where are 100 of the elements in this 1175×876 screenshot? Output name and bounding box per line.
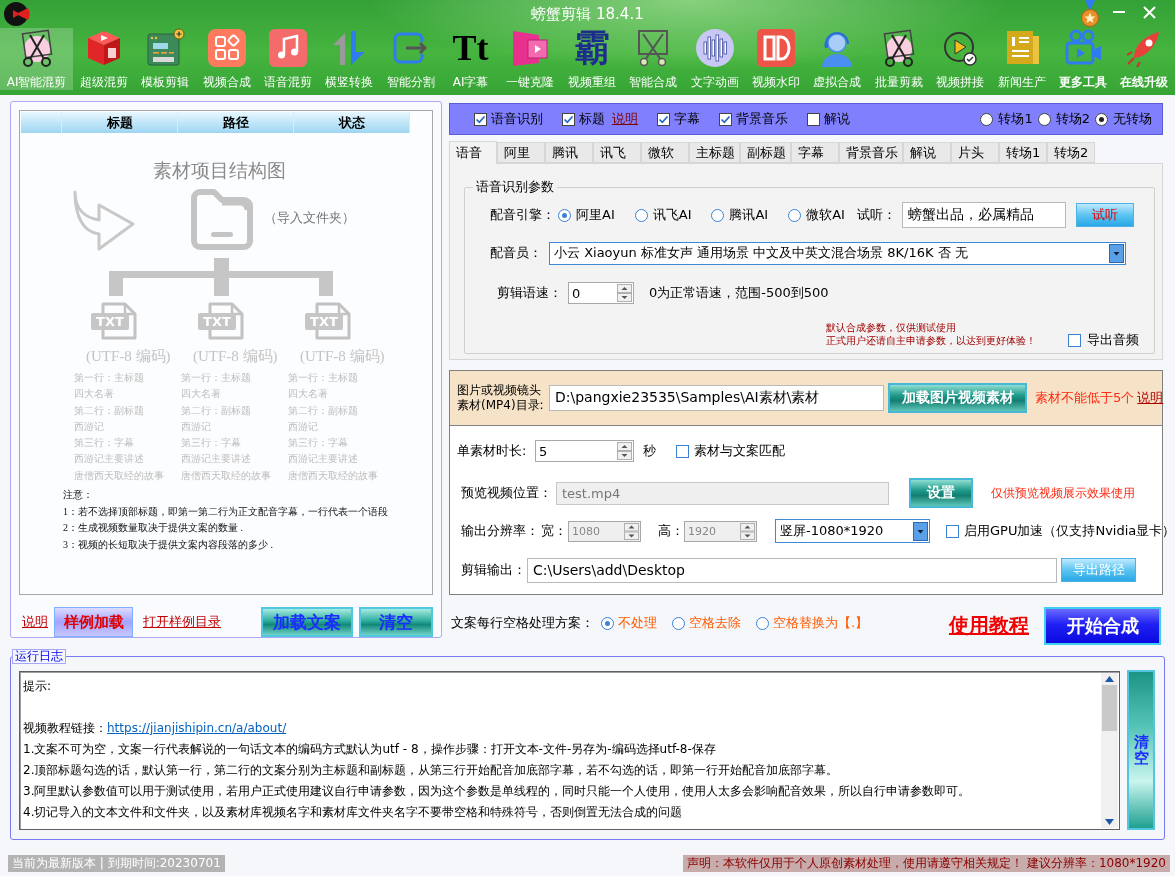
help-link[interactable]: 说明 — [1137, 389, 1164, 407]
tutorial-url-link[interactable]: https://jianjishipin.cn/a/about/ — [107, 721, 287, 735]
settings-button[interactable]: 设置 — [909, 478, 973, 508]
field-label: 单素材时长: — [457, 442, 528, 460]
field-label: 配音员： — [490, 244, 543, 262]
checkbox[interactable] — [1068, 333, 1081, 347]
preview-text-field[interactable]: 螃蟹出品，必属精品 — [902, 202, 1066, 228]
checkbox[interactable] — [562, 112, 575, 126]
radio-button[interactable] — [788, 208, 802, 222]
sample-line: 唐僧西天取经的故事 — [288, 468, 378, 483]
spin-arrows-icon — [617, 442, 632, 460]
spin-arrows-icon — [624, 522, 639, 540]
radio-button[interactable] — [672, 616, 685, 630]
toolbar-button[interactable]: 批量剪裁 — [868, 28, 930, 90]
tab[interactable]: 转场1 — [999, 142, 1047, 163]
field-label: 文案每行空格处理方案： — [451, 614, 594, 632]
checkbox[interactable] — [657, 112, 670, 126]
encoding-label: (UTF-8 编码) — [300, 347, 385, 366]
tutorial-link[interactable]: 使用教程 — [949, 612, 1029, 639]
note-line: 1：若不选择顶部标题，即第一第二行为正文配音字幕，一行代表一个语段 — [63, 504, 388, 519]
scroll-up-icon[interactable] — [1105, 676, 1114, 682]
text-link[interactable]: 打开样例目录 — [143, 613, 221, 631]
scrollbar[interactable] — [1101, 673, 1118, 828]
tab[interactable]: 阿里 — [497, 142, 545, 163]
toolbar-button[interactable]: 视频拼接 — [929, 28, 991, 90]
tab[interactable]: 解说 — [903, 142, 951, 163]
radio-button[interactable] — [634, 208, 648, 222]
action-button[interactable]: 清空 — [359, 607, 433, 637]
tab[interactable]: 副标题 — [740, 142, 791, 163]
tab[interactable]: 背景音乐 — [839, 142, 903, 163]
resolution-dropdown[interactable]: 竖屏-1080*1920 — [775, 519, 930, 543]
toolbar-button[interactable]: 语音混剪 — [257, 28, 319, 90]
curved-arrow-drawing — [72, 190, 136, 252]
load-material-button[interactable]: 加载图片视频素材 — [888, 383, 1027, 413]
toolbar-button[interactable]: AI智能混剪 — [0, 28, 74, 90]
tab[interactable]: 主标题 — [689, 142, 740, 163]
toolbar-button[interactable]: 在线升级 — [1113, 28, 1175, 90]
voice-dropdown[interactable]: 小云 Xiaoyun 标准女声 通用场景 中文及中英文混合场景 8K/16K 否 无 — [549, 241, 1126, 265]
tab[interactable]: 腾讯 — [545, 142, 593, 163]
toolbar-button[interactable]: 智能分割 — [380, 28, 442, 90]
file-type-badge: TXT — [305, 313, 343, 330]
app-grid-icon — [206, 28, 247, 68]
checkbox[interactable] — [719, 112, 732, 126]
toolbar-button[interactable]: 一键克隆 — [499, 28, 561, 90]
help-link[interactable]: 说明 — [612, 110, 638, 128]
radio-button[interactable] — [756, 616, 769, 630]
tab[interactable]: 讯飞 — [593, 142, 641, 163]
radio-button[interactable] — [1037, 112, 1051, 126]
radio-button[interactable] — [711, 208, 725, 222]
option-label: 转场1 — [998, 110, 1033, 128]
scroll-thumb[interactable] — [1102, 685, 1117, 731]
toolbar-button[interactable]: 文字动画 — [683, 28, 746, 90]
toolbar-button[interactable]: 更多工具 — [1052, 28, 1114, 90]
checkbox[interactable] — [946, 524, 959, 538]
tab[interactable]: 片头 — [951, 142, 999, 163]
radio-button[interactable] — [558, 208, 571, 222]
radio-button[interactable] — [1095, 112, 1108, 126]
toolbar-button[interactable]: 霸 视频重组 — [561, 28, 623, 90]
radio-button[interactable] — [601, 616, 614, 630]
hint-text: 0为正常语速，范围-500到500 — [649, 284, 829, 302]
scroll-down-icon[interactable] — [1105, 819, 1114, 825]
directory-field[interactable]: D:\pangxie23535\Samples\AI素材\素材 — [549, 385, 884, 411]
toolbar-button[interactable]: 横竖转换 — [318, 28, 381, 90]
tab[interactable]: 转场2 — [1047, 142, 1095, 163]
checkbox[interactable] — [474, 112, 487, 126]
option-label: 启用GPU加速（仅支持Nvidia显卡） — [964, 522, 1175, 540]
duration-spin-field[interactable]: 5 — [535, 440, 634, 462]
option-label: 讯飞AI — [652, 206, 692, 224]
toolbar-button[interactable]: 视频水印 — [745, 28, 807, 90]
toolbar-button[interactable]: 虚拟合成 — [806, 28, 869, 90]
speed-spin-field[interactable]: 0 — [568, 282, 634, 304]
output-path-field[interactable]: C:\Users\add\Desktop — [527, 557, 1057, 583]
minimize-icon — [1113, 11, 1125, 13]
text-link[interactable]: 说明 — [22, 613, 48, 631]
toolbar-button[interactable]: 视频合成 — [195, 28, 258, 90]
tab[interactable]: 微软 — [641, 142, 689, 163]
option-label: 空格去除 — [689, 614, 741, 632]
radio-button[interactable] — [980, 112, 994, 126]
sample-button[interactable]: 样例加载 — [54, 607, 133, 637]
clear-log-button[interactable]: 清空 — [1127, 670, 1155, 830]
option-label: 转场2 — [1055, 110, 1090, 128]
tab[interactable]: 字幕 — [791, 142, 839, 163]
close-icon — [1142, 5, 1156, 19]
toolbar-button[interactable]: Tt AI字幕 — [441, 28, 500, 90]
checkbox[interactable] — [676, 444, 689, 458]
option-label: 空格替换为【.】 — [773, 614, 869, 632]
checkbox[interactable] — [807, 112, 820, 126]
preview-button[interactable]: 试听 — [1076, 203, 1134, 227]
column-header: 状态 — [294, 112, 410, 133]
action-button[interactable]: 加载文案 — [261, 607, 353, 637]
sample-line: 西游记 — [181, 419, 211, 434]
file-type-badge: TXT — [198, 313, 236, 330]
tab[interactable]: 语音 — [449, 141, 497, 164]
toolbar-button[interactable]: 模板剪辑 — [134, 28, 196, 90]
toolbar-button[interactable]: 超级混剪 — [73, 28, 135, 90]
toolbar-button[interactable]: 智能合成 — [622, 28, 684, 90]
start-button[interactable]: 开始合成 — [1044, 607, 1161, 645]
option-label: 素材与文案匹配 — [694, 442, 785, 460]
toolbar-button[interactable]: 新闻生产 — [990, 28, 1053, 90]
diagram-title: 素材项目结构图 — [152, 158, 286, 182]
